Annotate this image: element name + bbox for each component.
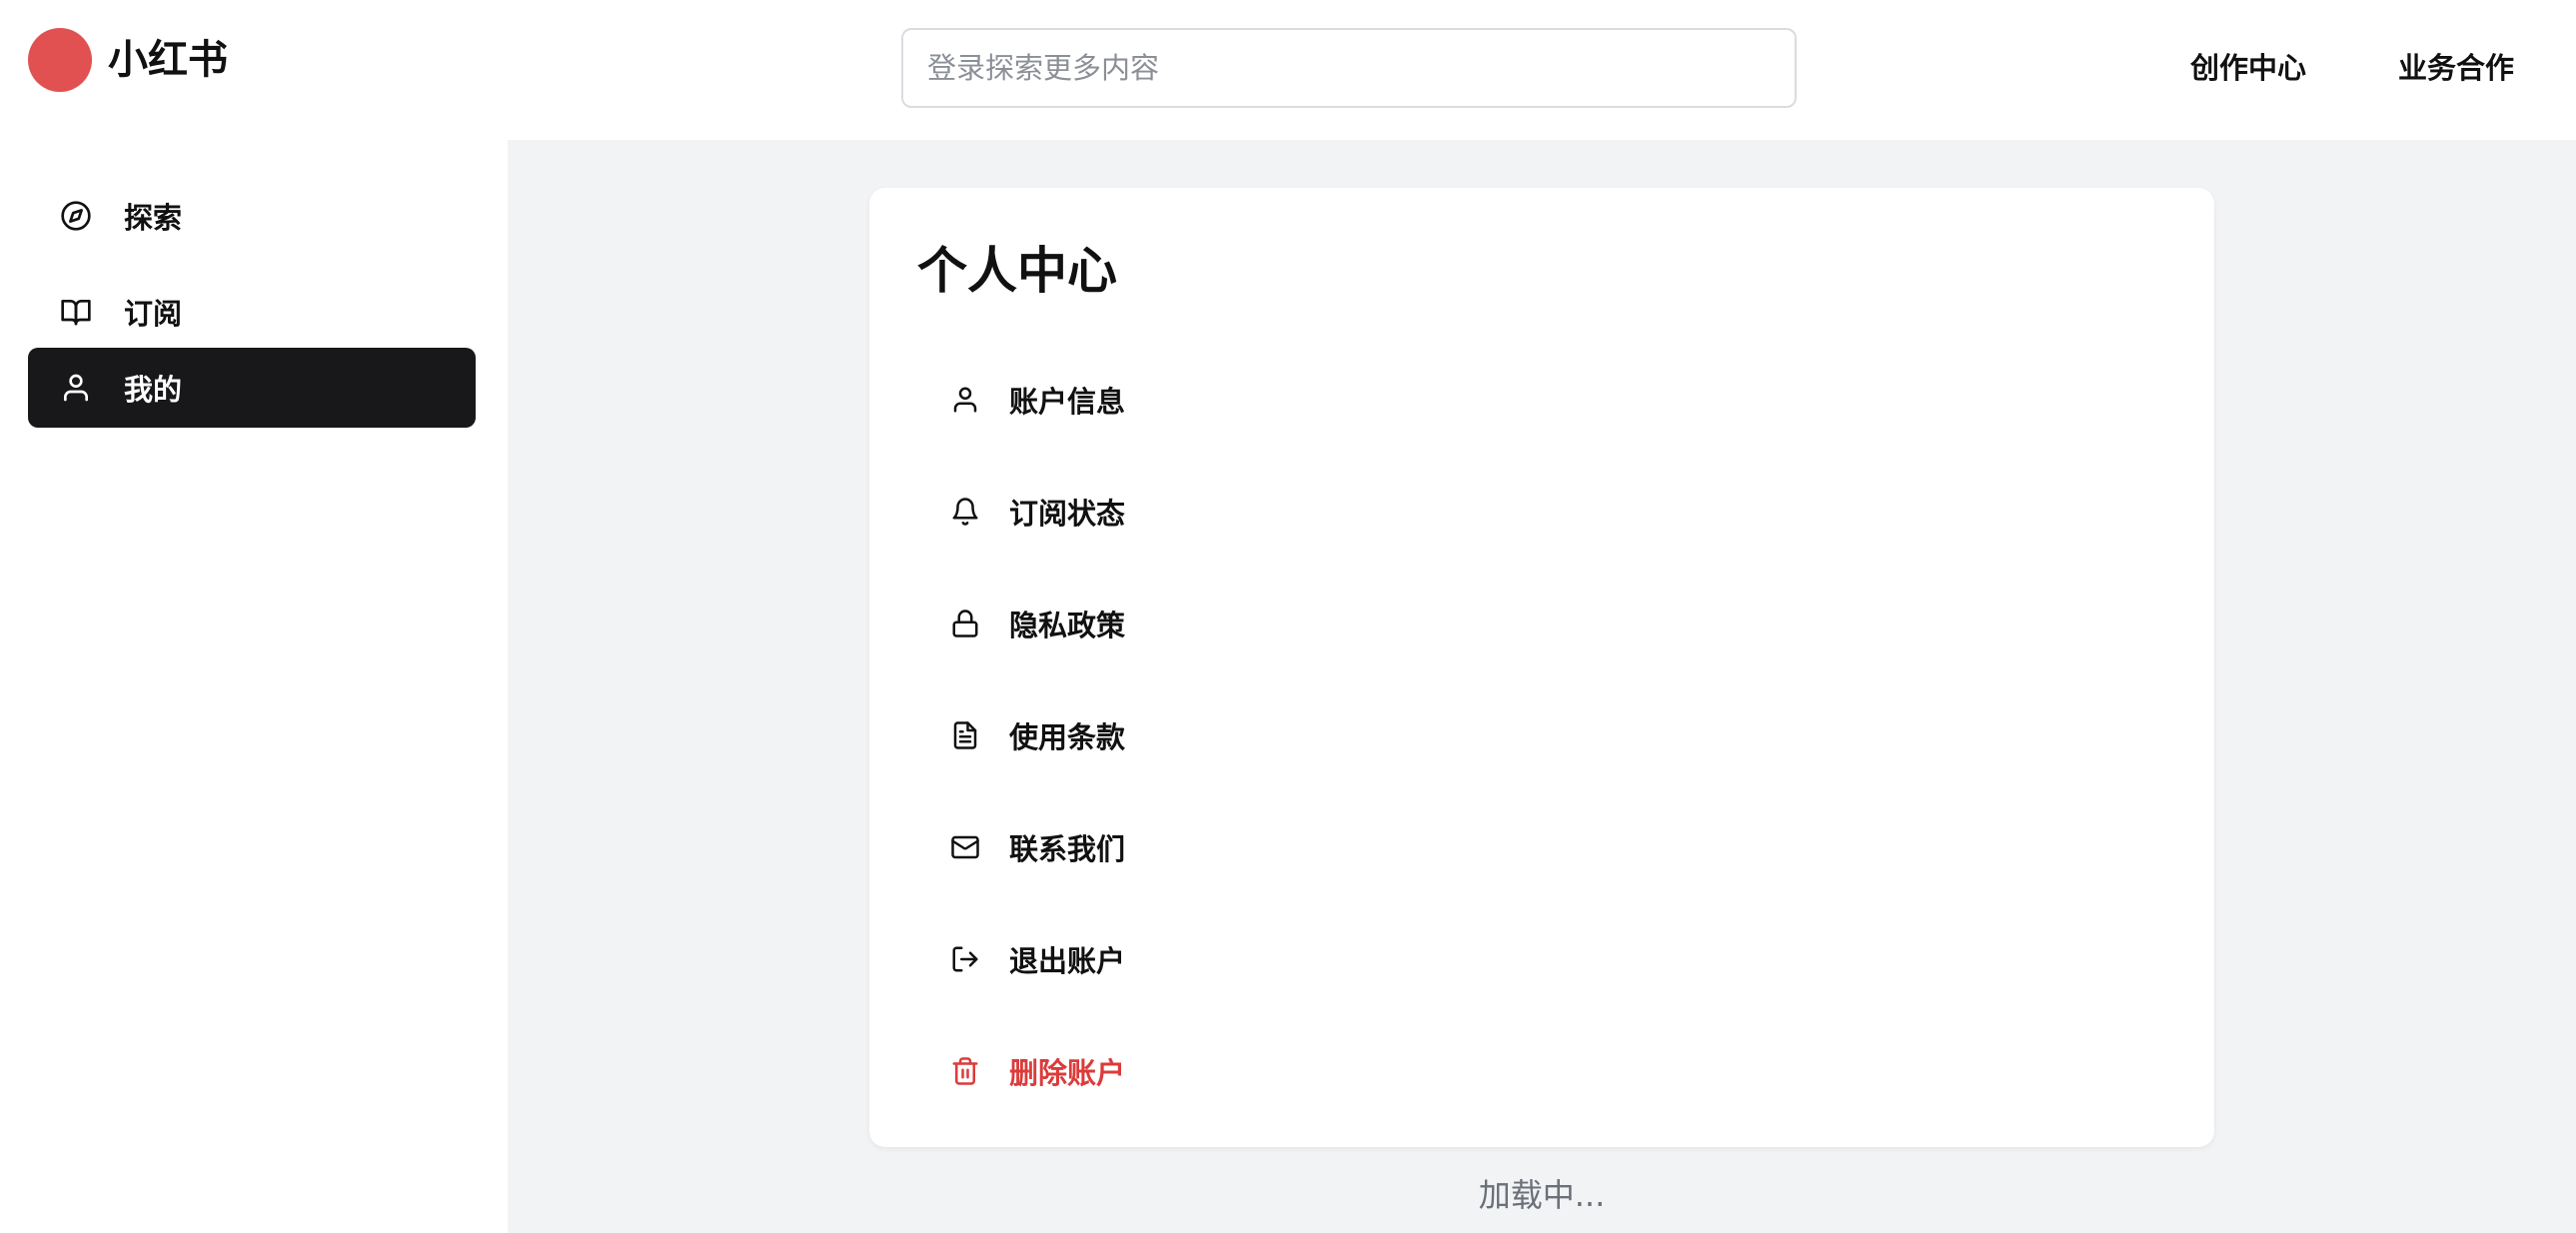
- menu-item-label: 删除账户: [1009, 1056, 1126, 1090]
- user-icon: [947, 382, 983, 418]
- menu-item-label: 隐私政策: [1009, 609, 1126, 642]
- main-content: 个人中心 账户信息 订阅状态 隐私政策 使用条款 联系我们 退出账户 删除账户 …: [508, 140, 2576, 1233]
- creator-center-link[interactable]: 创作中心: [2190, 44, 2306, 92]
- mail-icon: [947, 829, 983, 865]
- menu-item-label: 账户信息: [1009, 385, 1126, 419]
- menu-item-label: 使用条款: [1009, 720, 1126, 754]
- menu-item-logout[interactable]: 退出账户: [947, 923, 2136, 995]
- personal-center-card: 个人中心 账户信息 订阅状态 隐私政策 使用条款 联系我们 退出账户 删除账户: [869, 188, 2214, 1147]
- app-title[interactable]: 小红书: [108, 32, 228, 88]
- menu-item-label: 退出账户: [1009, 944, 1126, 978]
- logout-icon: [947, 941, 983, 977]
- menu-item-contact-us[interactable]: 联系我们: [947, 811, 2136, 883]
- search-input[interactable]: [901, 28, 1797, 108]
- loading-indicator: 加载中...: [1478, 1176, 1606, 1214]
- menu-item-label: 联系我们: [1009, 832, 1126, 866]
- trash-icon: [947, 1053, 983, 1089]
- business-cooperation-link[interactable]: 业务合作: [2398, 44, 2514, 92]
- document-icon: [947, 717, 983, 753]
- menu-item-terms-of-use[interactable]: 使用条款: [947, 699, 2136, 771]
- app-logo[interactable]: [28, 28, 92, 92]
- menu-item-subscription-status[interactable]: 订阅状态: [947, 476, 2136, 548]
- sidebar-item-explore[interactable]: 探索: [28, 176, 476, 256]
- sidebar-item-me[interactable]: 我的: [28, 348, 476, 428]
- menu-item-delete-account[interactable]: 删除账户: [947, 1035, 2136, 1107]
- menu-item-privacy-policy[interactable]: 隐私政策: [947, 588, 2136, 659]
- user-icon: [58, 370, 94, 406]
- sidebar: 探索 订阅 我的: [0, 140, 508, 1233]
- menu-item-label: 订阅状态: [1009, 497, 1126, 531]
- top-header: 小红书 创作中心 业务合作: [0, 0, 2576, 140]
- lock-icon: [947, 606, 983, 641]
- compass-icon: [58, 198, 94, 234]
- sidebar-item-label: 订阅: [124, 297, 183, 331]
- sidebar-item-label: 探索: [124, 201, 183, 235]
- page-title: 个人中心: [917, 242, 1117, 300]
- sidebar-item-label: 我的: [124, 373, 183, 407]
- sidebar-item-subscribe[interactable]: 订阅: [28, 272, 476, 352]
- menu-item-account-info[interactable]: 账户信息: [947, 364, 2136, 436]
- bell-icon: [947, 494, 983, 530]
- book-icon: [58, 294, 94, 330]
